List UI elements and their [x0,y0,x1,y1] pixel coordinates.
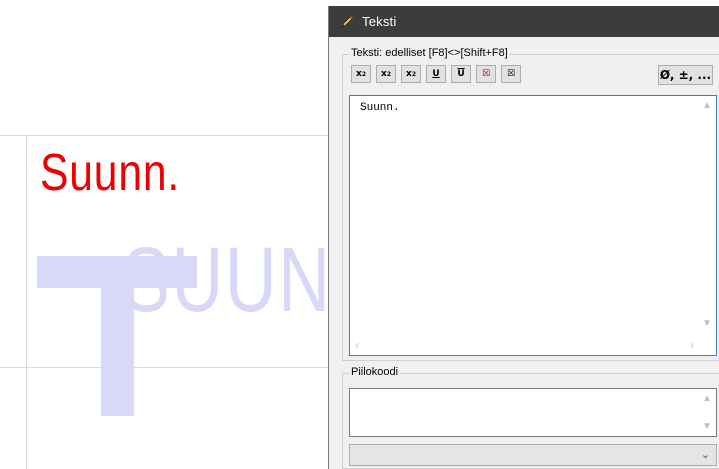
grid-line-bottom [0,367,328,368]
chevron-down-icon: ⌄ [700,449,710,461]
pencil-icon [339,14,355,30]
subscript-button[interactable]: x2 [376,65,396,83]
code-scroll-up-icon[interactable]: ▲ [702,393,712,404]
hidden-code-input[interactable]: ▲ ▼ [349,388,717,437]
boxed-x-button[interactable]: ☒ [476,65,496,83]
clear-x-button[interactable]: ☒ [501,65,521,83]
code-select[interactable]: ⌄ [349,444,717,466]
sup-sub-button[interactable]: x2 [401,65,421,83]
drawing-text-object[interactable]: Suunn. [40,143,180,203]
hidden-code-label: Piilokoodi [349,366,401,378]
scroll-right-icon[interactable]: › [690,338,694,352]
format-toolbar: x2 x2 x2 U U ☒ ☒ [351,65,526,83]
clear-x-icon: ☒ [506,69,516,79]
grid-line-top [0,135,328,136]
scroll-up-icon[interactable]: ▲ [702,100,712,111]
scroll-down-icon[interactable]: ▼ [702,318,712,329]
scroll-left-icon[interactable]: ‹ [355,338,359,352]
dialog-titlebar[interactable]: Teksti [329,6,719,37]
code-scroll-down-icon[interactable]: ▼ [702,421,712,432]
boxed-x-icon: ☒ [481,69,491,79]
text-dialog: Teksti Teksti: edelliset [F8]<>[Shift+F8… [328,6,719,469]
symbols-button[interactable]: Ø, ±, ... [658,65,713,85]
underline-button[interactable]: U [426,65,446,83]
grid-line-vertical [26,135,27,469]
text-group-label: Teksti: edelliset [F8]<>[Shift+F8] [349,47,510,59]
superscript-button[interactable]: x2 [351,65,371,83]
text-cursor-shape-stem [101,256,134,416]
overline-button[interactable]: U [451,65,471,83]
text-input[interactable]: Suunn. ▲ ▼ ‹ › [349,95,717,356]
text-input-content: Suunn. [360,102,400,114]
text-group: Teksti: edelliset [F8]<>[Shift+F8] x2 x2… [342,47,719,361]
hidden-code-group: Piilokoodi ▲ ▼ ⌄ [342,366,719,469]
dialog-title: Teksti [362,14,397,29]
